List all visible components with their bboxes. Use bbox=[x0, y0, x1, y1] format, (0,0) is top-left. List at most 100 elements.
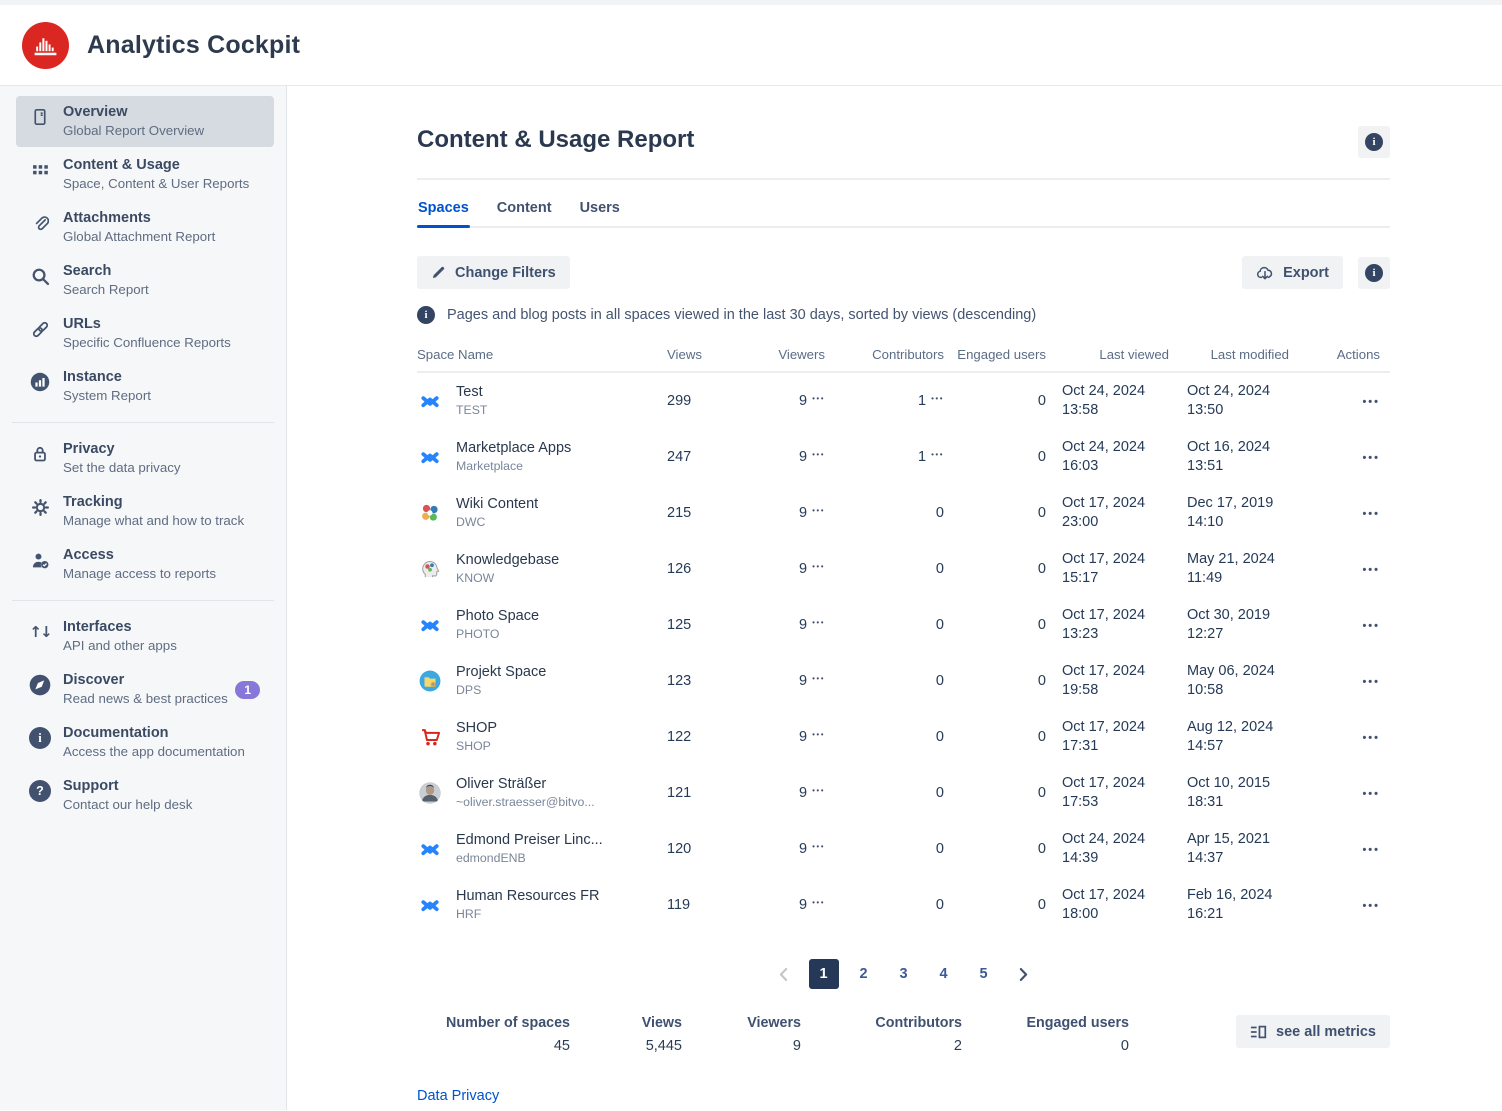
viewers-more-button[interactable]: ••• bbox=[812, 394, 825, 403]
summary-metric-contributors: Contributors2 bbox=[801, 1015, 962, 1054]
viewers-more-button[interactable]: ••• bbox=[812, 842, 825, 851]
viewers-more-button[interactable]: ••• bbox=[812, 450, 825, 459]
last-modified-time: 13:51 bbox=[1187, 457, 1317, 476]
viewers-more-button[interactable]: ••• bbox=[812, 562, 825, 571]
compass-circle-icon bbox=[29, 674, 51, 696]
viewers-more-button[interactable]: ••• bbox=[812, 898, 825, 907]
row-actions-button[interactable]: ••• bbox=[1362, 620, 1380, 632]
sidebar-item-attachments[interactable]: AttachmentsGlobal Attachment Report bbox=[16, 202, 274, 253]
table-row: Edmond Preiser Linc...edmondENB1209•••00… bbox=[417, 821, 1390, 877]
export-info-button[interactable]: i bbox=[1358, 257, 1390, 289]
pagination-prev-button[interactable] bbox=[769, 959, 799, 989]
sidebar-item-sublabel: System Report bbox=[63, 387, 151, 405]
sidebar-item-search[interactable]: SearchSearch Report bbox=[16, 255, 274, 306]
pinwheel-space-icon bbox=[417, 500, 443, 526]
space-name-text: Human Resources FRHRF bbox=[456, 887, 599, 923]
viewers-more-button[interactable]: ••• bbox=[812, 674, 825, 683]
sidebar-item-content-usage[interactable]: Content & UsageSpace, Content & User Rep… bbox=[16, 149, 274, 200]
sidebar-item-instance[interactable]: InstanceSystem Report bbox=[16, 361, 274, 412]
viewers-value: 9 bbox=[799, 673, 807, 689]
sidebar-item-urls[interactable]: URLsSpecific Confluence Reports bbox=[16, 308, 274, 359]
sidebar-item-interfaces[interactable]: ↑↓InterfacesAPI and other apps bbox=[16, 611, 274, 662]
data-privacy-link[interactable]: Data Privacy bbox=[417, 1088, 499, 1104]
last-modified-cell: Oct 10, 201518:31 bbox=[1187, 774, 1317, 812]
last-viewed-date: Oct 24, 2024 bbox=[1062, 830, 1187, 849]
sidebar-item-access[interactable]: AccessManage access to reports bbox=[16, 539, 274, 590]
last-modified-time: 11:49 bbox=[1187, 569, 1317, 588]
column-header-viewers: Viewers bbox=[697, 347, 827, 362]
report-info-button[interactable]: i bbox=[1358, 126, 1390, 158]
last-modified-date: Aug 12, 2024 bbox=[1187, 718, 1317, 737]
table-row: Marketplace AppsMarketplace2479•••1•••0O… bbox=[417, 429, 1390, 485]
tab-spaces[interactable]: Spaces bbox=[417, 200, 470, 226]
report-description: Pages and blog posts in all spaces viewe… bbox=[447, 307, 1036, 323]
pagination-next-button[interactable] bbox=[1009, 959, 1039, 989]
last-viewed-time: 23:00 bbox=[1062, 513, 1187, 532]
sidebar-item-privacy[interactable]: PrivacySet the data privacy bbox=[16, 433, 274, 484]
sidebar-item-label: URLs bbox=[63, 315, 231, 334]
last-viewed-date: Oct 17, 2024 bbox=[1062, 886, 1187, 905]
space-name: Test bbox=[456, 383, 487, 402]
row-actions-button[interactable]: ••• bbox=[1362, 452, 1380, 464]
space-name-text: TestTEST bbox=[456, 383, 487, 419]
export-button[interactable]: Export bbox=[1242, 256, 1343, 289]
sidebar-item-documentation[interactable]: iDocumentationAccess the app documentati… bbox=[16, 717, 274, 768]
row-actions-button[interactable]: ••• bbox=[1362, 396, 1380, 408]
row-actions-button[interactable]: ••• bbox=[1362, 564, 1380, 576]
user-check-icon bbox=[29, 549, 51, 571]
space-name: Photo Space bbox=[456, 607, 539, 626]
last-modified-cell: Aug 12, 202414:57 bbox=[1187, 718, 1317, 756]
views-cell: 215 bbox=[667, 505, 697, 521]
contributors-cell: 0 bbox=[827, 785, 952, 801]
contributors-more-button[interactable]: ••• bbox=[931, 394, 944, 403]
sidebar-item-overview[interactable]: OverviewGlobal Report Overview bbox=[16, 96, 274, 147]
sidebar-item-label: Interfaces bbox=[63, 618, 177, 637]
row-actions-button[interactable]: ••• bbox=[1362, 844, 1380, 856]
space-name-text: Marketplace AppsMarketplace bbox=[456, 439, 571, 475]
actions-cell: ••• bbox=[1317, 617, 1390, 633]
sidebar-item-text: PrivacySet the data privacy bbox=[63, 440, 181, 477]
change-filters-label: Change Filters bbox=[455, 265, 556, 281]
tab-users[interactable]: Users bbox=[579, 200, 621, 226]
sidebar-item-discover[interactable]: DiscoverRead news & best practices1 bbox=[16, 664, 274, 715]
see-all-metrics-button[interactable]: see all metrics bbox=[1236, 1015, 1390, 1048]
viewers-cell: 9••• bbox=[697, 897, 827, 913]
space-name: Knowledgebase bbox=[456, 551, 559, 570]
pagination-page-3[interactable]: 3 bbox=[889, 959, 919, 989]
row-actions-button[interactable]: ••• bbox=[1362, 900, 1380, 912]
viewers-more-button[interactable]: ••• bbox=[812, 618, 825, 627]
last-modified-cell: Oct 24, 202413:50 bbox=[1187, 382, 1317, 420]
viewers-more-button[interactable]: ••• bbox=[812, 506, 825, 515]
pagination-page-2[interactable]: 2 bbox=[849, 959, 879, 989]
contributors-more-button[interactable]: ••• bbox=[931, 450, 944, 459]
table-row: Wiki ContentDWC2159•••00Oct 17, 202423:0… bbox=[417, 485, 1390, 541]
sidebar-item-tracking[interactable]: TrackingManage what and how to track bbox=[16, 486, 274, 537]
pagination-page-1[interactable]: 1 bbox=[809, 959, 839, 989]
row-actions-button[interactable]: ••• bbox=[1362, 508, 1380, 520]
space-key: ~oliver.straesser@bitvo... bbox=[456, 794, 595, 811]
pagination-page-4[interactable]: 4 bbox=[929, 959, 959, 989]
last-viewed-cell: Oct 17, 202415:17 bbox=[1062, 550, 1187, 588]
space-key: DPS bbox=[456, 682, 546, 699]
sidebar-item-support[interactable]: ?SupportContact our help desk bbox=[16, 770, 274, 821]
engaged-users-cell: 0 bbox=[952, 617, 1062, 633]
last-modified-time: 16:21 bbox=[1187, 905, 1317, 924]
viewers-cell: 9••• bbox=[697, 617, 827, 633]
viewers-cell: 9••• bbox=[697, 505, 827, 521]
viewers-more-button[interactable]: ••• bbox=[812, 730, 825, 739]
tab-content[interactable]: Content bbox=[496, 200, 553, 226]
table-body: TestTEST2999•••1•••0Oct 24, 202413:58Oct… bbox=[417, 373, 1390, 933]
tab-bar: Spaces Content Users bbox=[417, 200, 1390, 228]
last-viewed-cell: Oct 17, 202419:58 bbox=[1062, 662, 1187, 700]
row-actions-button[interactable]: ••• bbox=[1362, 676, 1380, 688]
summary-metric-viewers: Viewers9 bbox=[682, 1015, 801, 1054]
contributors-cell: 0 bbox=[827, 729, 952, 745]
row-actions-button[interactable]: ••• bbox=[1362, 732, 1380, 744]
summary-metric-number-of-spaces: Number of spaces45 bbox=[417, 1015, 570, 1054]
viewers-more-button[interactable]: ••• bbox=[812, 786, 825, 795]
change-filters-button[interactable]: Change Filters bbox=[417, 256, 570, 289]
column-header-engaged-users: Engaged users bbox=[952, 347, 1062, 362]
row-actions-button[interactable]: ••• bbox=[1362, 788, 1380, 800]
space-name-cell: Wiki ContentDWC bbox=[417, 495, 667, 531]
pagination-page-5[interactable]: 5 bbox=[969, 959, 999, 989]
